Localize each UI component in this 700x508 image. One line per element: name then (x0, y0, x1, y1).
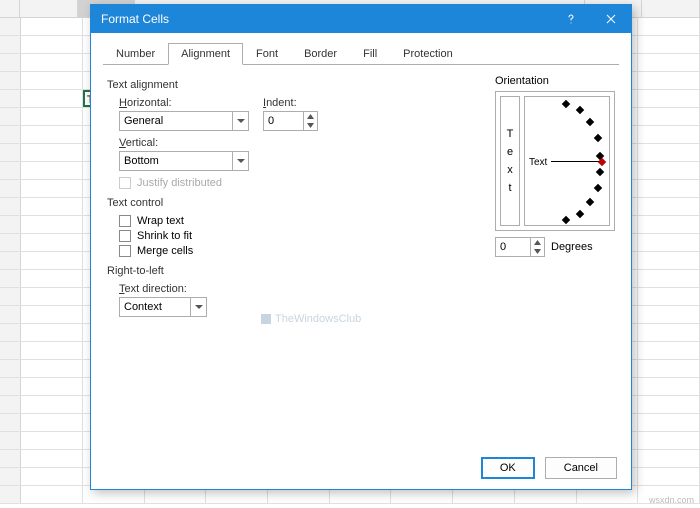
spin-down-icon[interactable] (531, 247, 544, 256)
col-header[interactable] (642, 0, 700, 17)
format-cells-dialog: Format Cells Number Alignment Font Borde… (90, 4, 632, 490)
text-direction-label: Text direction: (119, 283, 615, 295)
indent-label: Indent: (263, 97, 318, 109)
tab-strip: Number Alignment Font Border Fill Protec… (91, 33, 631, 65)
horizontal-label: Horizontal: (119, 97, 249, 109)
horizontal-select[interactable]: General (119, 111, 249, 131)
indent-stepper[interactable]: 0 (263, 111, 318, 131)
spin-up-icon[interactable] (304, 112, 317, 121)
close-button[interactable] (591, 5, 631, 33)
text-direction-select[interactable]: Context (119, 297, 207, 317)
tab-font[interactable]: Font (243, 43, 291, 65)
watermark: TheWindowsClub (261, 313, 361, 325)
help-button[interactable] (551, 5, 591, 33)
titlebar[interactable]: Format Cells (91, 5, 631, 33)
rtl-group: Right-to-left (107, 265, 615, 277)
spin-up-icon[interactable] (531, 238, 544, 247)
col-header[interactable] (20, 0, 78, 17)
credit-text: wsxdn.com (649, 495, 694, 505)
orientation-widget[interactable]: Text Text (495, 91, 615, 231)
orientation-arc[interactable]: Text (524, 96, 610, 226)
tab-number[interactable]: Number (103, 43, 168, 65)
orientation-group: Orientation (495, 75, 615, 87)
vertical-select[interactable]: Bottom (119, 151, 249, 171)
select-all-corner[interactable] (0, 0, 20, 17)
tab-border[interactable]: Border (291, 43, 350, 65)
spin-down-icon[interactable] (304, 121, 317, 130)
tab-alignment[interactable]: Alignment (168, 43, 243, 65)
tab-protection[interactable]: Protection (390, 43, 466, 65)
degrees-stepper[interactable]: 0 (495, 237, 545, 257)
degrees-label: Degrees (551, 241, 593, 253)
tab-fill[interactable]: Fill (350, 43, 390, 65)
chevron-down-icon (232, 112, 248, 130)
cancel-button[interactable]: Cancel (545, 457, 617, 479)
chevron-down-icon (190, 298, 206, 316)
ok-button[interactable]: OK (481, 457, 535, 479)
orientation-vertical-text[interactable]: Text (500, 96, 520, 226)
chevron-down-icon (232, 152, 248, 170)
dialog-title: Format Cells (101, 12, 551, 26)
